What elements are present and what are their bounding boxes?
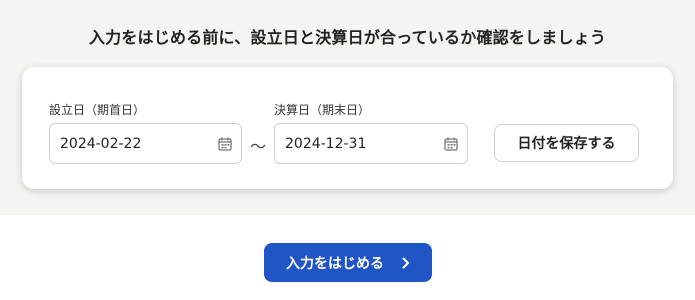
calendar-icon[interactable] (211, 134, 239, 154)
page-heading: 入力をはじめる前に、設立日と決算日が合っているか確認をしましょう (88, 28, 607, 47)
chevron-right-icon (402, 257, 410, 269)
top-area: 入力をはじめる前に、設立日と決算日が合っているか確認をしましょう 設立日（期首日… (0, 0, 695, 215)
end-date-field[interactable]: 2024-12-31 (274, 123, 468, 164)
date-range-separator: ～ (250, 137, 267, 156)
end-date-label: 決算日（期末日） (274, 103, 371, 117)
start-date-value: 2024-02-22 (60, 135, 142, 152)
end-date-value: 2024-12-31 (285, 135, 367, 152)
save-dates-button[interactable]: 日付を保存する (494, 124, 639, 162)
calendar-icon[interactable] (437, 134, 465, 154)
start-input-button[interactable]: 入力をはじめる (264, 243, 432, 282)
date-settings-card: 設立日（期首日） 2024-02-22 ～ 決算日（期末日） 2024-12-3… (22, 67, 673, 189)
start-input-label: 入力をはじめる (286, 255, 384, 272)
start-date-field[interactable]: 2024-02-22 (49, 123, 242, 164)
start-date-label: 設立日（期首日） (49, 103, 146, 117)
